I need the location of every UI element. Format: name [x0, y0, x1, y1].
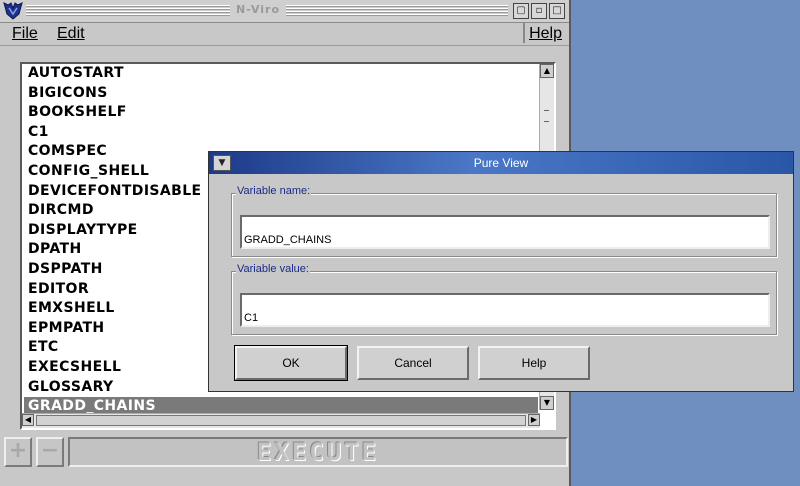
add-button[interactable]: +	[4, 437, 32, 467]
ok-button[interactable]: OK	[234, 345, 348, 381]
list-item[interactable]: BIGICONS	[24, 84, 538, 104]
close-button[interactable]: □	[549, 3, 565, 19]
variable-name-label: Variable name:	[236, 185, 312, 197]
list-item[interactable]: BOOKSHELF	[24, 103, 538, 123]
variable-value-group: Variable value: C1	[231, 263, 777, 335]
minimize-icon: ▢	[516, 5, 526, 16]
menu-file-label: File	[12, 25, 38, 42]
dialog-title-bar[interactable]: ▼ Pure View	[209, 152, 793, 174]
scroll-up-button[interactable]: ▲	[540, 64, 554, 78]
scroll-left-button[interactable]: ◀	[22, 414, 34, 426]
cancel-button[interactable]: Cancel	[357, 346, 469, 380]
variable-value-field[interactable]: C1	[240, 293, 770, 327]
list-item[interactable]: C1	[24, 123, 538, 143]
restore-icon: ▫	[535, 5, 543, 16]
menu-file[interactable]: File	[12, 25, 38, 43]
minimize-button[interactable]: ▢	[513, 3, 529, 19]
pure-view-dialog: ▼ Pure View Variable name: GRADD_CHAINS …	[208, 151, 794, 392]
app-menu-icon[interactable]	[3, 2, 23, 20]
scroll-down-button[interactable]: ▼	[540, 396, 554, 410]
variable-name-group: Variable name: GRADD_CHAINS	[231, 185, 777, 257]
menu-help-label: Help	[529, 25, 562, 42]
help-button[interactable]: Help	[478, 346, 590, 380]
close-icon: □	[552, 5, 562, 16]
variable-value-label: Variable value:	[236, 263, 310, 275]
window-title: N-Viro	[230, 3, 287, 16]
scroll-thumb-grip-icon[interactable]	[544, 110, 549, 122]
menu-bar: File Edit Help	[0, 23, 569, 46]
bottom-toolbar: + − EXECUTE	[4, 437, 568, 469]
horizontal-scrollbar[interactable]: ◀ ▶	[22, 413, 540, 428]
list-item[interactable]: AUTOSTART	[24, 64, 538, 84]
horizontal-scroll-thumb[interactable]	[36, 415, 526, 426]
remove-button[interactable]: −	[36, 437, 64, 467]
maximize-button[interactable]: ▫	[531, 3, 547, 19]
dialog-title: Pure View	[473, 156, 529, 170]
minus-icon: −	[40, 438, 60, 463]
execute-button[interactable]: EXECUTE	[68, 437, 568, 467]
variable-name-field[interactable]: GRADD_CHAINS	[240, 215, 770, 249]
plus-icon: +	[8, 438, 28, 463]
scroll-right-button[interactable]: ▶	[528, 414, 540, 426]
title-bar[interactable]: N-Viro ▢ ▫ □	[0, 0, 569, 23]
menu-edit[interactable]: Edit	[57, 25, 85, 43]
menu-help[interactable]: Help	[523, 23, 566, 43]
menu-edit-label: Edit	[57, 25, 85, 42]
